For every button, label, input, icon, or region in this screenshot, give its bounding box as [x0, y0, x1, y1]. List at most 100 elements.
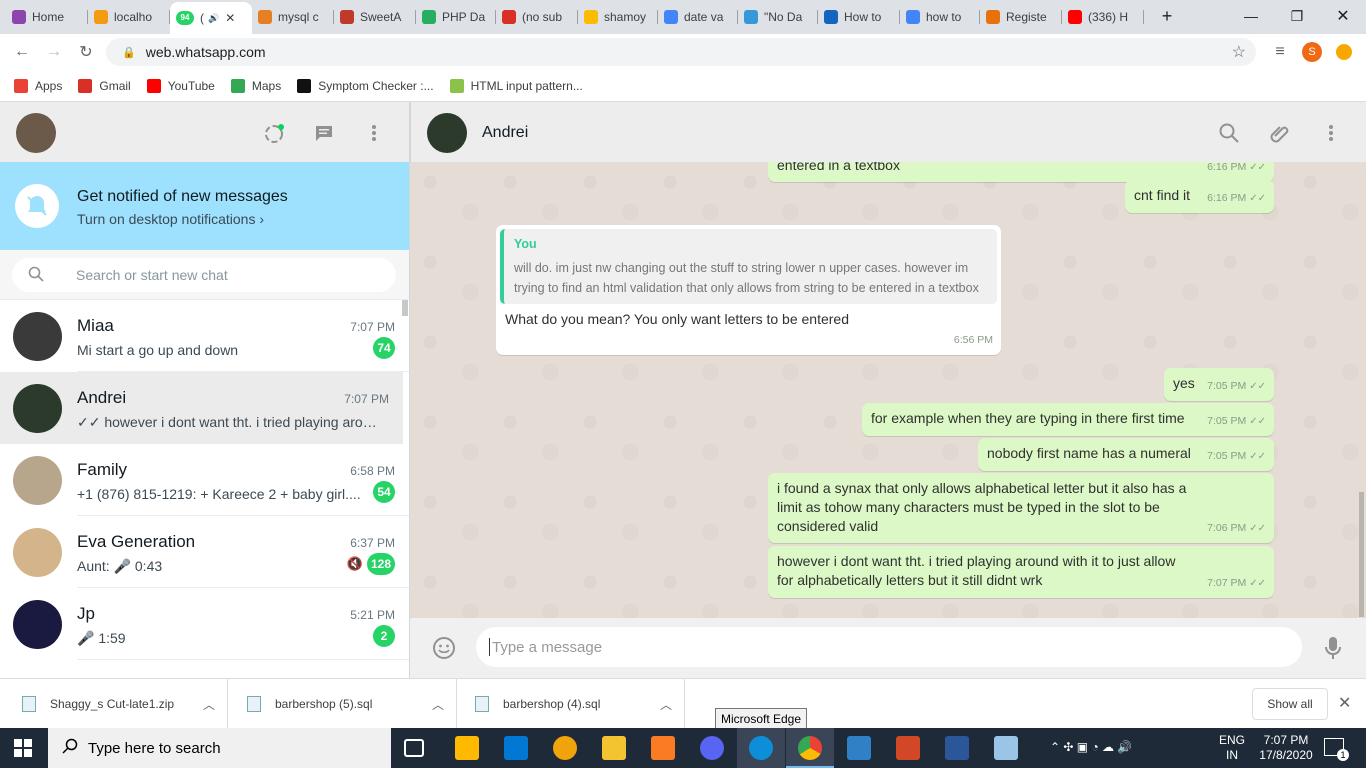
star-icon[interactable]: ☆ — [1232, 42, 1246, 62]
menu-icon[interactable] — [366, 124, 382, 142]
bookmark-item[interactable]: Apps — [14, 78, 62, 93]
tab-2[interactable]: 94 (🔊 ✕ — [170, 2, 252, 34]
close-tab-icon[interactable]: ✕ — [225, 11, 235, 25]
tab-favicon — [664, 10, 678, 24]
conversation-menu-icon[interactable] — [1323, 124, 1339, 142]
tab-13[interactable]: (336) H — [1062, 4, 1144, 30]
back-button[interactable]: ← — [10, 40, 34, 64]
bookmark-item[interactable]: Symptom Checker :... — [297, 78, 434, 93]
contact-name[interactable]: Andrei — [482, 124, 528, 142]
tab-8[interactable]: date va — [658, 4, 738, 30]
tab-10[interactable]: How to — [818, 4, 900, 30]
chat-item-family[interactable]: Family 6:58 PM +1 (876) 815-1219: + Kareec… — [0, 444, 409, 516]
tab-0[interactable]: Home — [6, 4, 88, 30]
outgoing-message[interactable]: nobody first name has a numeral 7:05 PM ✓✓ — [978, 438, 1274, 471]
tab-3[interactable]: mysql c — [252, 4, 334, 30]
close-window-button[interactable]: ✕ — [1320, 0, 1366, 32]
outgoing-message[interactable]: i found a synax that only allows alphabe… — [768, 473, 1274, 543]
new-tab-button[interactable]: + — [1144, 0, 1190, 32]
notification-link[interactable]: Turn on desktop notifications › — [77, 211, 264, 227]
tab-4[interactable]: SweetA — [334, 4, 416, 30]
quoted-message[interactable]: You will do. im just nw changing out the … — [500, 229, 997, 304]
clock[interactable]: 7:07 PM 17/8/2020 — [1258, 733, 1314, 763]
maximize-button[interactable]: ❐ — [1274, 0, 1320, 32]
xampp-icon[interactable] — [651, 736, 675, 760]
language-indicator[interactable]: ENG IN — [1219, 733, 1245, 763]
show-all-button[interactable]: Show all — [1252, 688, 1328, 720]
settings-app-icon[interactable] — [553, 736, 577, 760]
message-text: i found a synax that only allows alphabe… — [777, 480, 1187, 534]
search-messages-icon[interactable] — [1219, 123, 1239, 143]
incoming-message[interactable]: You will do. im just nw changing out the … — [496, 225, 1001, 355]
chevron-up-icon[interactable]: ︿ — [203, 696, 215, 713]
tab-9[interactable]: "No Da — [738, 4, 818, 30]
outgoing-message[interactable]: entered in a textbox 6:16 PM ✓✓ — [768, 162, 1274, 182]
discord-icon[interactable] — [700, 736, 724, 760]
download-item[interactable]: Shaggy_s Cut-late1.zip ︿ — [0, 679, 228, 729]
close-downloads-icon[interactable]: ✕ — [1338, 693, 1351, 713]
my-avatar[interactable] — [16, 113, 56, 153]
chat-item-andrei[interactable]: Andrei 7:07 PM ✓✓ however i dont want tht.… — [0, 372, 403, 444]
chat-list-scrollbar[interactable] — [402, 300, 408, 316]
new-chat-icon[interactable] — [314, 124, 334, 142]
tab-1[interactable]: localho — [88, 4, 170, 30]
taskbar-search-input[interactable]: Type here to search — [48, 728, 391, 768]
tray-icons[interactable]: ⌃ ✣ ▣ ◔ ☁ 🔊 — [1050, 740, 1132, 754]
edge-icon — [749, 736, 773, 760]
emoji-icon[interactable] — [432, 636, 456, 660]
bookmark-item[interactable]: Gmail — [78, 78, 131, 93]
bookmark-item[interactable]: YouTube — [146, 78, 215, 93]
download-item[interactable]: barbershop (4).sql ︿ — [457, 679, 685, 729]
message-input[interactable]: Type a message — [476, 627, 1302, 667]
chat-item-miaa[interactable]: Miaa 7:07 PM Mi start a go up and down 74 — [0, 300, 409, 372]
file-explorer-icon[interactable] — [602, 736, 626, 760]
conversation-scrollbar[interactable] — [1359, 492, 1364, 617]
outgoing-message[interactable]: for example when they are typing in ther… — [862, 403, 1274, 436]
bookmark-item[interactable]: HTML input pattern... — [449, 78, 583, 93]
attach-icon[interactable] — [1269, 122, 1291, 144]
message-time: 7:05 PM — [1207, 380, 1247, 392]
tab-7[interactable]: shamoy — [578, 4, 658, 30]
outgoing-message[interactable]: cnt find it 6:16 PM ✓✓ — [1125, 180, 1274, 213]
tab-5[interactable]: PHP Da — [416, 4, 496, 30]
tab-11[interactable]: how to — [900, 4, 980, 30]
audio-icon[interactable]: 🔊 — [208, 13, 219, 24]
outgoing-message[interactable]: yes 7:05 PM ✓✓ — [1164, 368, 1274, 401]
url-field[interactable]: 🔒 web.whatsapp.com ☆ — [106, 38, 1256, 66]
word-icon[interactable] — [945, 736, 969, 760]
download-item[interactable]: barbershop (5).sql ︿ — [229, 679, 457, 729]
outgoing-message[interactable]: however i dont want tht. i tried playing… — [768, 546, 1274, 598]
search-input[interactable]: Search or start new chat — [12, 258, 396, 292]
status-icon[interactable] — [263, 123, 285, 145]
contact-avatar[interactable] — [427, 113, 467, 153]
store-icon[interactable] — [455, 736, 479, 760]
message-time: 7:07 PM — [1207, 577, 1247, 589]
tab-12[interactable]: Registe — [980, 4, 1062, 30]
profile-avatar[interactable]: S — [1300, 40, 1324, 64]
pinned-app-icon[interactable] — [994, 736, 1018, 760]
powerpoint-icon[interactable] — [896, 736, 920, 760]
bookmark-item[interactable]: Maps — [230, 78, 281, 93]
reload-button[interactable]: ↻ — [74, 40, 98, 64]
edge-taskbar-button[interactable] — [737, 728, 785, 768]
microphone-icon[interactable] — [1324, 636, 1342, 660]
chat-item-jp[interactable]: Jp 5:21 PM 🎤 1:59 2 — [0, 588, 409, 660]
lock-icon: 🔒 — [122, 46, 136, 59]
forward-button[interactable]: → — [42, 40, 66, 64]
reading-list-icon[interactable]: ≡ — [1268, 40, 1292, 64]
chevron-up-icon[interactable]: ︿ — [432, 696, 444, 713]
task-view-icon[interactable] — [404, 739, 424, 757]
tab-6[interactable]: (no sub — [496, 4, 578, 30]
notification-banner[interactable]: Get notified of new messages Turn on des… — [0, 162, 409, 250]
vscode-icon[interactable] — [847, 736, 871, 760]
windows-start-icon[interactable] — [14, 739, 32, 757]
muted-icon: 🔇 — [346, 556, 363, 571]
mail-icon[interactable] — [504, 736, 528, 760]
chat-item-eva-generation[interactable]: Eva Generation 6:37 PM Aunt: 🎤 0:43 128 🔇 — [0, 516, 409, 588]
extension-icon[interactable] — [1332, 40, 1356, 64]
minimize-button[interactable]: — — [1228, 0, 1274, 32]
chevron-up-icon[interactable]: ︿ — [660, 696, 672, 713]
notifications-icon[interactable]: 1 — [1324, 738, 1349, 761]
chrome-taskbar-button[interactable] — [786, 728, 834, 768]
tab-favicon — [824, 10, 838, 24]
